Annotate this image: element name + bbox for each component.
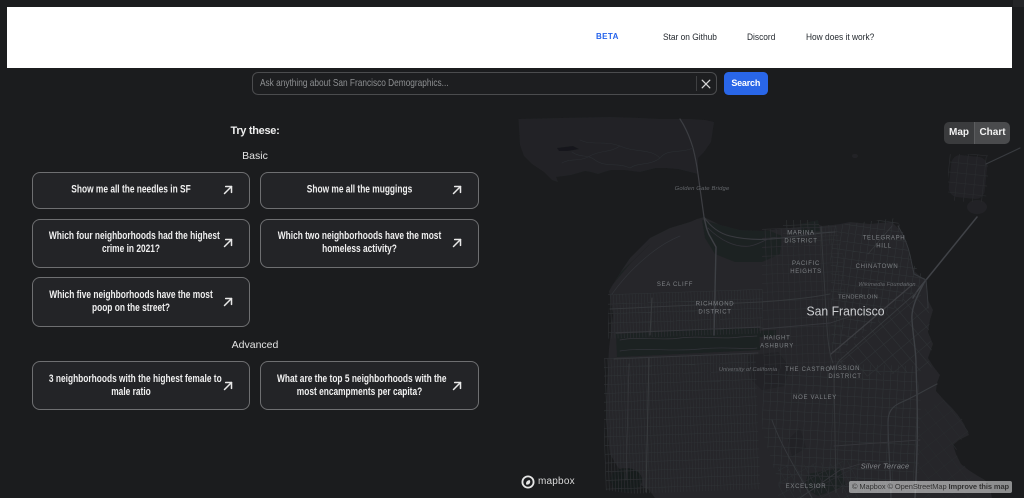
svg-text:NOE VALLEY: NOE VALLEY [793, 395, 837, 401]
svg-text:THE CASTRO: THE CASTRO [785, 367, 831, 373]
svg-text:CHINATOWN: CHINATOWN [856, 264, 899, 270]
svg-text:San Francisco: San Francisco [807, 304, 885, 319]
svg-text:DISTRICT: DISTRICT [828, 374, 861, 380]
svg-text:ASHBURY: ASHBURY [760, 344, 794, 350]
svg-text:MISSION: MISSION [830, 366, 860, 372]
svg-text:TELEGRAPH: TELEGRAPH [863, 236, 906, 242]
svg-text:EXCELSIOR: EXCELSIOR [786, 484, 827, 490]
svg-text:MARINA: MARINA [787, 231, 815, 237]
svg-text:PACIFIC: PACIFIC [792, 261, 820, 267]
svg-text:RICHMOND: RICHMOND [696, 302, 735, 308]
svg-text:HAIGHT: HAIGHT [764, 336, 791, 342]
svg-text:HILL: HILL [876, 244, 891, 250]
svg-text:DISTRICT: DISTRICT [784, 239, 817, 245]
svg-text:SEA CLIFF: SEA CLIFF [657, 282, 693, 288]
svg-text:Wikimedia Foundation: Wikimedia Foundation [858, 282, 915, 288]
svg-text:TENDERLOIN: TENDERLOIN [838, 295, 878, 301]
svg-text:DISTRICT: DISTRICT [698, 310, 731, 316]
svg-text:Silver Terrace: Silver Terrace [861, 462, 910, 471]
svg-text:Golden Gate Bridge: Golden Gate Bridge [675, 186, 730, 192]
svg-text:University of California: University of California [719, 367, 777, 373]
svg-text:HEIGHTS: HEIGHTS [790, 269, 822, 275]
